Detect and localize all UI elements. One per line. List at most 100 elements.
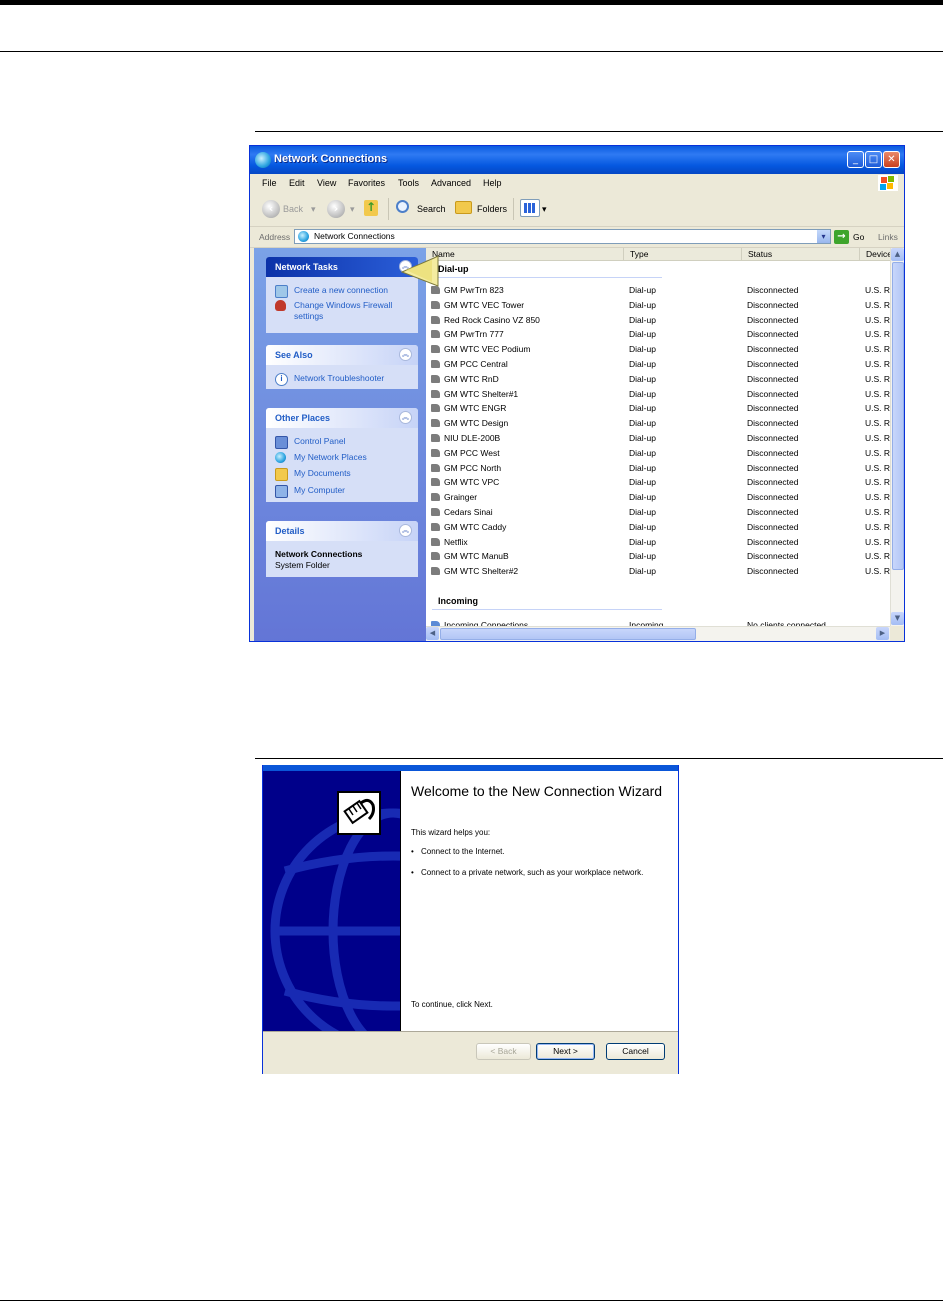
connection-row[interactable]: Cedars Sinai Dial-up Disconnected U.S. R: [426, 505, 890, 519]
change-firewall-link[interactable]: Change Windows Firewall settings: [275, 300, 415, 324]
dialup-connection-icon: [431, 552, 440, 561]
search-icon[interactable]: [396, 200, 409, 213]
menu-view[interactable]: View: [317, 178, 336, 188]
address-input[interactable]: Network Connections ▾: [294, 229, 831, 244]
connection-row[interactable]: GM PCC North Dial-up Disconnected U.S. R: [426, 461, 890, 475]
menu-file[interactable]: File: [262, 178, 277, 188]
connection-row[interactable]: GM WTC Shelter#1 Dial-up Disconnected U.S. …: [426, 387, 890, 401]
network-troubleshooter-link[interactable]: i Network Troubleshooter: [275, 373, 415, 386]
column-header-type[interactable]: Type: [624, 248, 742, 261]
vertical-scrollbar[interactable]: ▲ ▼: [890, 248, 904, 626]
back-dropdown-icon[interactable]: ▾: [311, 204, 316, 215]
connection-row[interactable]: GM WTC VPC Dial-up Disconnected U.S. R: [426, 475, 890, 489]
computer-icon: [275, 485, 288, 498]
collapse-chevron-icon[interactable]: ︽: [399, 411, 412, 424]
connection-row[interactable]: Netflix Dial-up Disconnected U.S. R: [426, 535, 890, 549]
connection-type: Dial-up: [629, 373, 656, 384]
details-name: Network Connections: [275, 549, 363, 559]
connection-row[interactable]: NIU DLE-200B Dial-up Disconnected U.S. R: [426, 431, 890, 445]
wizard-side-panel: [263, 771, 400, 1031]
connection-row[interactable]: Red Rock Casino VZ 850 Dial-up Disconnecte…: [426, 313, 890, 327]
other-places-header[interactable]: Other Places ︽: [266, 408, 418, 428]
folders-icon[interactable]: [455, 201, 472, 214]
go-arrow-icon[interactable]: →: [834, 230, 849, 244]
forward-dropdown-icon[interactable]: ▾: [350, 204, 355, 215]
connection-type: Dial-up: [629, 536, 656, 547]
menu-tools[interactable]: Tools: [398, 178, 419, 188]
control-panel-icon: [275, 436, 288, 449]
menu-edit[interactable]: Edit: [289, 178, 305, 188]
cancel-button[interactable]: Cancel: [606, 1043, 665, 1060]
views-icon[interactable]: [520, 199, 540, 217]
column-header-device[interactable]: Device: [860, 248, 890, 261]
links-button[interactable]: Links: [878, 232, 898, 242]
menu-favorites[interactable]: Favorites: [348, 178, 385, 188]
address-dropdown-icon[interactable]: ▾: [817, 230, 830, 243]
folders-button[interactable]: Folders: [477, 204, 507, 214]
details-header[interactable]: Details ︽: [266, 521, 418, 541]
connection-row[interactable]: GM PCC West Dial-up Disconnected U.S. R: [426, 446, 890, 460]
maximize-button[interactable]: □: [865, 151, 882, 168]
wizard-cable-icon: [337, 791, 381, 835]
close-button[interactable]: ✕: [883, 151, 900, 168]
back-button[interactable]: Back: [283, 204, 303, 214]
scroll-thumb[interactable]: [440, 628, 696, 640]
connection-row[interactable]: GM WTC Shelter#2 Dial-up Disconnected U.S. …: [426, 564, 890, 578]
collapse-chevron-icon[interactable]: ︽: [399, 348, 412, 361]
scroll-up-icon[interactable]: ▲: [891, 248, 904, 261]
network-tasks-header[interactable]: Network Tasks ︽: [266, 257, 418, 277]
forward-arrow-icon[interactable]: ›: [327, 200, 345, 218]
scroll-down-icon[interactable]: ▼: [891, 612, 904, 625]
connection-status: Disconnected: [747, 299, 799, 310]
connection-row[interactable]: GM WTC VEC Tower Dial-up Disconnected U.S. …: [426, 298, 890, 312]
go-button[interactable]: Go: [853, 232, 864, 242]
connection-row[interactable]: GM PCC Central Dial-up Disconnected U.S. R: [426, 357, 890, 371]
my-network-places-link[interactable]: My Network Places: [275, 452, 415, 464]
up-folder-icon[interactable]: ↑: [364, 200, 378, 216]
connection-type: Dial-up: [629, 314, 656, 325]
connection-row[interactable]: GM WTC VEC Podium Dial-up Disconnected U.S.…: [426, 342, 890, 356]
see-also-header[interactable]: See Also ︽: [266, 345, 418, 365]
other-places-panel: Other Places ︽ Control Panel My Network …: [266, 408, 418, 502]
connection-row[interactable]: GM WTC Design Dial-up Disconnected U.S. R: [426, 416, 890, 430]
views-dropdown-icon[interactable]: ▾: [542, 204, 547, 215]
connection-row[interactable]: GM PwrTrn 823 Dial-up Disconnected U.S. R: [426, 283, 890, 297]
scroll-thumb[interactable]: [892, 262, 904, 570]
connection-row[interactable]: GM PwrTrn 777 Dial-up Disconnected U.S. R: [426, 327, 890, 341]
connection-row[interactable]: GM WTC ENGR Dial-up Disconnected U.S. R: [426, 401, 890, 415]
wizard-intro: This wizard helps you:: [411, 828, 491, 837]
connection-name: Grainger: [444, 492, 478, 503]
dialup-connection-icon: [431, 419, 440, 428]
connection-name: GM WTC VPC: [444, 477, 500, 488]
horizontal-scrollbar[interactable]: ◀ ▶: [426, 626, 890, 641]
minimize-button[interactable]: _: [847, 151, 864, 168]
incoming-connection-row[interactable]: Incoming Connections Incoming No clients…: [426, 618, 890, 626]
collapse-chevron-icon[interactable]: ︽: [399, 524, 412, 537]
back-button[interactable]: < Back: [476, 1043, 531, 1060]
connection-row[interactable]: GM WTC ManuB Dial-up Disconnected U.S. R: [426, 549, 890, 563]
create-connection-link[interactable]: Create a new connection: [275, 285, 415, 298]
control-panel-link[interactable]: Control Panel: [275, 436, 415, 449]
my-computer-link[interactable]: My Computer: [275, 485, 415, 498]
connection-device: U.S. R: [865, 551, 890, 562]
column-header-name[interactable]: Name: [426, 248, 624, 261]
connection-type: Dial-up: [629, 521, 656, 532]
connection-row[interactable]: Grainger Dial-up Disconnected U.S. R: [426, 490, 890, 504]
next-button[interactable]: Next >: [536, 1043, 595, 1060]
column-header-status[interactable]: Status: [742, 248, 860, 261]
new-connection-wizard: Welcome to the New Connection Wizard Thi…: [262, 765, 679, 1074]
search-button[interactable]: Search: [417, 204, 446, 214]
connection-row[interactable]: GM WTC Caddy Dial-up Disconnected U.S. R: [426, 520, 890, 534]
connection-name: GM PCC Central: [444, 359, 508, 369]
title-bar[interactable]: Network Connections _ □ ✕: [250, 146, 904, 174]
menu-advanced[interactable]: Advanced: [431, 178, 471, 188]
scroll-right-icon[interactable]: ▶: [876, 627, 889, 640]
connection-status: Disconnected: [747, 521, 799, 532]
my-documents-link[interactable]: My Documents: [275, 468, 415, 481]
panel-title: Details: [275, 526, 305, 536]
back-arrow-icon[interactable]: ‹: [262, 200, 280, 218]
scroll-left-icon[interactable]: ◀: [426, 627, 439, 640]
wizard-continue: To continue, click Next.: [411, 1000, 493, 1009]
menu-help[interactable]: Help: [483, 178, 502, 188]
connection-row[interactable]: GM WTC RnD Dial-up Disconnected U.S. R: [426, 372, 890, 386]
